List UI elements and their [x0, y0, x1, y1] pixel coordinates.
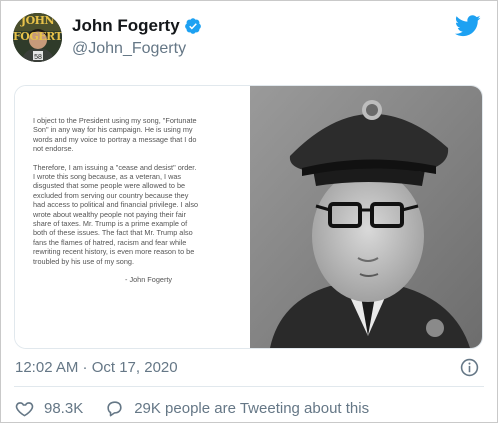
tweet-card: 58 JOHN FOGERTY John Fogerty @John_Foger…: [0, 0, 498, 423]
letter-paragraph-1: I object to the President using my song,…: [33, 116, 197, 154]
avatar[interactable]: 58 JOHN FOGERTY: [13, 13, 62, 62]
tweet-timestamp[interactable]: 12:02 AM · Oct 17, 2020: [15, 359, 178, 376]
reply-bubble-icon: [107, 400, 122, 416]
soldier-photo: [250, 86, 482, 348]
name-row: John Fogerty: [72, 15, 202, 37]
verified-badge-icon: [184, 18, 201, 34]
heart-icon: [15, 401, 34, 416]
statement-letter: I object to the President using my song,…: [15, 86, 250, 348]
divider: [14, 386, 484, 387]
conversation-text: 29K people are Tweeting about this: [134, 399, 370, 417]
letter-signature: - John Fogerty: [125, 275, 173, 285]
conversation-link[interactable]: 29K people are Tweeting about this: [105, 399, 369, 418]
tweet-header: 58 JOHN FOGERTY John Fogerty @John_Foger…: [13, 13, 485, 67]
info-icon[interactable]: [460, 358, 479, 377]
avatar-caption: JOHN FOGERTY: [13, 14, 62, 43]
like-button[interactable]: 98.3K: [15, 399, 83, 418]
tweet-media[interactable]: I object to the President using my song,…: [14, 85, 483, 349]
twitter-bird-icon[interactable]: [455, 15, 481, 37]
like-count: 98.3K: [44, 399, 84, 417]
user-handle[interactable]: @John_Fogerty: [72, 40, 186, 58]
letter-paragraph-2: Therefore, I am issuing a "cease and des…: [33, 162, 199, 266]
display-name[interactable]: John Fogerty: [72, 16, 180, 36]
tweet-footer: 98.3K 29K people are Tweeting about this: [15, 397, 369, 419]
avatar-badge: 58: [34, 54, 42, 61]
